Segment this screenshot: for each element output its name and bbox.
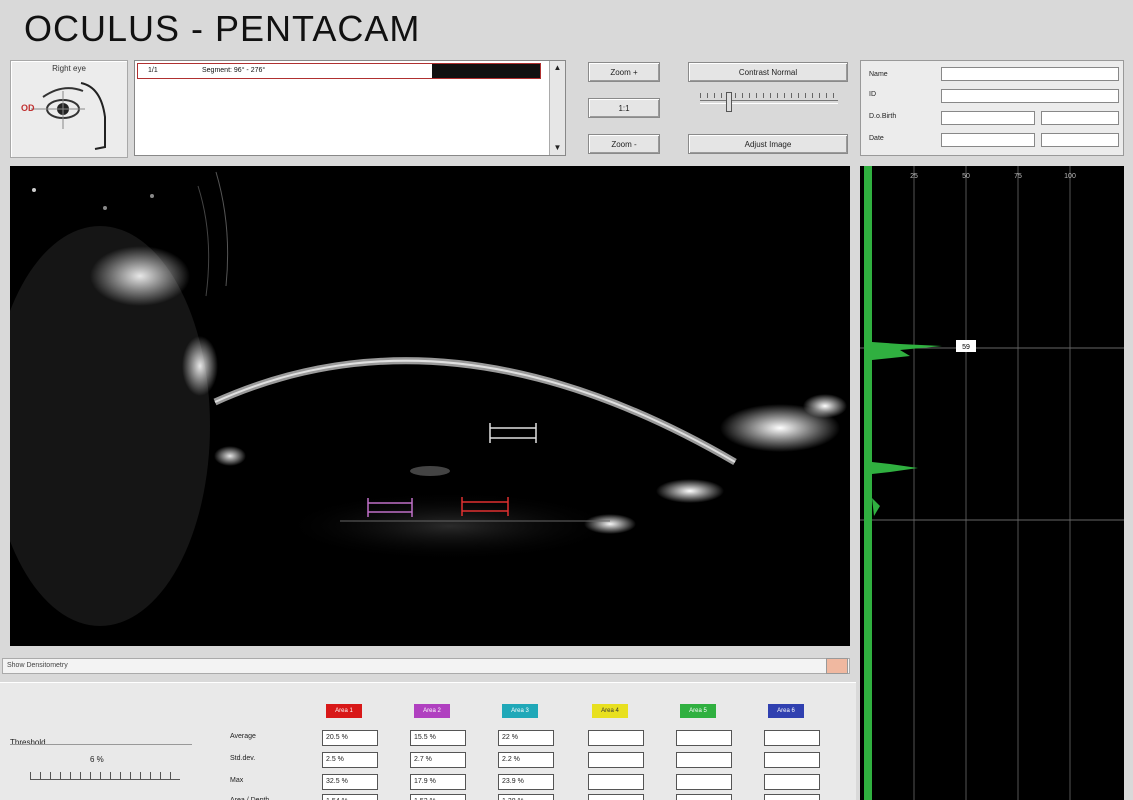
density-tick-25: 25 — [910, 173, 918, 180]
densito-cell — [764, 794, 820, 800]
area-header-5[interactable]: Area 5 — [680, 704, 716, 718]
area-header-4[interactable]: Area 4 — [592, 704, 628, 718]
densito-cell — [676, 752, 732, 768]
densito-cell — [588, 774, 644, 790]
densito-cell — [764, 752, 820, 768]
area-header-1[interactable]: Area 1 — [326, 704, 362, 718]
scan-description: Segment: 96° - 276° — [202, 67, 266, 74]
eye-selector-panel[interactable]: Right eye OD — [10, 60, 128, 158]
densito-cell: 1.54 % — [322, 794, 378, 800]
contrast-slider-ticks — [700, 93, 838, 98]
densito-cell: 2.5 % — [322, 752, 378, 768]
threshold-label: Threshold — [10, 738, 46, 747]
adjust-image-button[interactable]: Adjust Image — [688, 134, 848, 154]
densito-cell: 2.7 % — [410, 752, 466, 768]
densito-cell — [764, 730, 820, 746]
densito-cell — [676, 794, 732, 800]
dob-field-2[interactable] — [1041, 111, 1119, 125]
threshold-slider[interactable] — [30, 772, 180, 780]
peak-label: 59 — [962, 344, 970, 351]
density-tick-100: 100 — [1064, 173, 1076, 180]
scan-list-scrollbar[interactable]: ▲ ▼ — [549, 61, 565, 155]
threshold-divider — [10, 744, 192, 745]
densito-cell — [676, 730, 732, 746]
dob-label: D.o.Birth — [869, 113, 897, 120]
patient-info-panel: Name ID D.o.Birth Date — [860, 60, 1124, 156]
scan-number: 1/1 — [148, 67, 158, 74]
densito-cell: 32.5 % — [322, 774, 378, 790]
densito-row-label: Max — [230, 777, 244, 784]
ratio-button[interactable]: 1:1 — [588, 98, 660, 118]
densito-cell: 17.9 % — [410, 774, 466, 790]
name-field[interactable] — [941, 67, 1119, 81]
area-header-2[interactable]: Area 2 — [414, 704, 450, 718]
densito-cell — [588, 730, 644, 746]
eye-diagram-icon — [31, 82, 106, 150]
densito-cell: 2.2 % — [498, 752, 554, 768]
densito-cell: 1.38 % — [498, 794, 554, 800]
area-header-3[interactable]: Area 3 — [502, 704, 538, 718]
status-bar: Show Densitometry — [2, 658, 850, 674]
scroll-up-icon[interactable]: ▲ — [550, 61, 565, 75]
id-field[interactable] — [941, 89, 1119, 103]
densito-cell: 15.5 % — [410, 730, 466, 746]
dob-field[interactable] — [941, 111, 1035, 125]
zoom-in-button[interactable]: Zoom + — [588, 62, 660, 82]
density-tick-75: 75 — [1014, 173, 1022, 180]
density-tick-50: 50 — [962, 173, 970, 180]
eye-label: Right eye — [52, 64, 86, 73]
id-label: ID — [869, 91, 876, 98]
densito-cell — [588, 794, 644, 800]
date-label: Date — [869, 135, 884, 142]
date-field-2[interactable] — [1041, 133, 1119, 147]
densito-cell: 22 % — [498, 730, 554, 746]
densito-row-label: Std.dev. — [230, 755, 256, 762]
contrast-button[interactable]: Contrast Normal — [688, 62, 848, 82]
scroll-down-icon[interactable]: ▼ — [550, 141, 565, 155]
scan-thumbnail — [432, 64, 540, 78]
densito-row-label: Average — [230, 733, 256, 740]
densito-cell — [764, 774, 820, 790]
densito-cell: 23.9 % — [498, 774, 554, 790]
app-title: OCULUS - PENTACAM — [24, 8, 421, 49]
name-label: Name — [869, 71, 888, 78]
date-field[interactable] — [941, 133, 1035, 147]
eye-side-indicator: OD — [21, 103, 35, 113]
densito-cell: 20.5 % — [322, 730, 378, 746]
density-graph[interactable]: 25 50 75 100 59 — [860, 166, 1124, 800]
scan-list[interactable]: 1/1 Segment: 96° - 276° ▲ ▼ — [134, 60, 566, 156]
zoom-out-button[interactable]: Zoom - — [588, 134, 660, 154]
scan-list-item[interactable]: 1/1 Segment: 96° - 276° — [137, 63, 541, 79]
densito-cell — [676, 774, 732, 790]
contrast-slider-thumb[interactable] — [726, 92, 732, 112]
status-corner-button[interactable] — [826, 658, 848, 674]
area-header-6[interactable]: Area 6 — [768, 704, 804, 718]
contrast-slider[interactable] — [700, 100, 838, 104]
scheimpflug-image[interactable] — [10, 166, 850, 646]
threshold-value: 6 % — [90, 755, 104, 764]
densito-cell: 1.52 % — [410, 794, 466, 800]
densito-cell — [588, 752, 644, 768]
